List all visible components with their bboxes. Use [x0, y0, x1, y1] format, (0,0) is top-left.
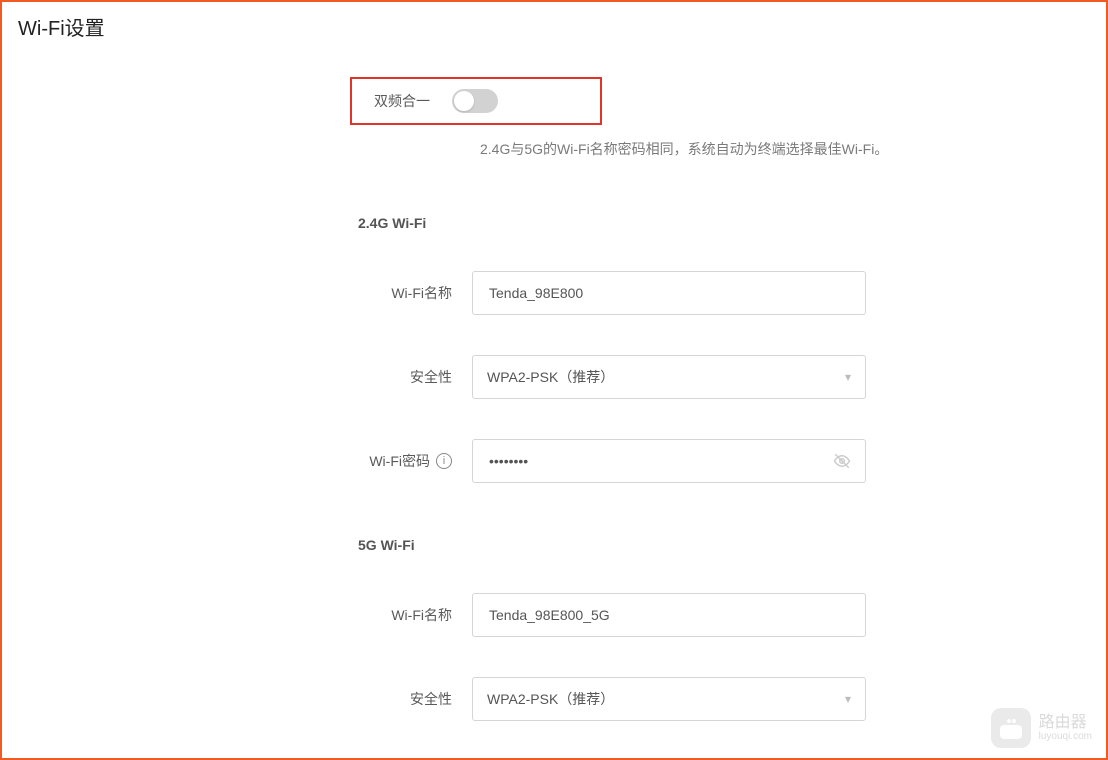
- chevron-down-icon: ▾: [845, 692, 851, 706]
- select-24g-security[interactable]: WPA2-PSK（推荐） ▾: [472, 355, 866, 399]
- input-24g-name[interactable]: [487, 284, 851, 302]
- label-24g-security: 安全性: [2, 367, 472, 387]
- info-icon[interactable]: i: [436, 453, 452, 469]
- eye-slash-icon[interactable]: [833, 452, 851, 470]
- row-24g-name: Wi-Fi名称: [2, 271, 1106, 315]
- select-5g-security-value: WPA2-PSK（推荐）: [487, 689, 614, 709]
- label-24g-password: Wi-Fi密码 i: [2, 451, 472, 471]
- content-area: 双频合一 2.4G与5G的Wi-Fi名称密码相同，系统自动为终端选择最佳Wi-F…: [2, 41, 1106, 760]
- row-5g-security: 安全性 WPA2-PSK（推荐） ▾: [2, 677, 1106, 721]
- page-frame: Wi-Fi设置 双频合一 2.4G与5G的Wi-Fi名称密码相同，系统自动为终端…: [0, 0, 1108, 760]
- chevron-down-icon: ▾: [845, 370, 851, 384]
- select-5g-security[interactable]: WPA2-PSK（推荐） ▾: [472, 677, 866, 721]
- row-24g-password: Wi-Fi密码 i: [2, 439, 1106, 483]
- dual-band-helper: 2.4G与5G的Wi-Fi名称密码相同，系统自动为终端选择最佳Wi-Fi。: [480, 139, 1106, 159]
- input-24g-password[interactable]: [487, 452, 851, 470]
- dual-band-highlight: 双频合一: [350, 77, 602, 125]
- page-title: Wi-Fi设置: [2, 2, 1106, 41]
- section-24g-header: 2.4G Wi-Fi: [358, 215, 1106, 231]
- row-24g-security: 安全性 WPA2-PSK（推荐） ▾: [2, 355, 1106, 399]
- watermark-text: 路由器 luyouqi.com: [1039, 714, 1092, 743]
- row-5g-name: Wi-Fi名称: [2, 593, 1106, 637]
- input-24g-name-wrap: [472, 271, 866, 315]
- input-24g-password-wrap: [472, 439, 866, 483]
- router-icon: [991, 708, 1031, 748]
- section-5g-header: 5G Wi-Fi: [358, 537, 1106, 553]
- toggle-knob: [454, 91, 474, 111]
- dual-band-label: 双频合一: [374, 91, 430, 111]
- select-24g-security-value: WPA2-PSK（推荐）: [487, 367, 614, 387]
- input-5g-name-wrap: [472, 593, 866, 637]
- label-24g-name: Wi-Fi名称: [2, 283, 472, 303]
- label-5g-security: 安全性: [2, 689, 472, 709]
- watermark: 路由器 luyouqi.com: [991, 708, 1092, 748]
- input-5g-name[interactable]: [487, 606, 851, 624]
- label-5g-name: Wi-Fi名称: [2, 605, 472, 625]
- dual-band-toggle[interactable]: [452, 89, 498, 113]
